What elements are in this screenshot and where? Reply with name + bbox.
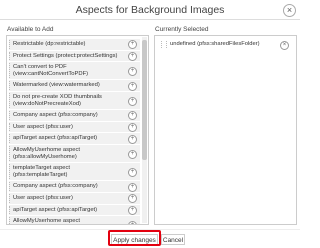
list-item-label: AllowMyUserhome aspect (pfss:allowMyUser…	[13, 146, 81, 160]
drag-handle-icon[interactable]	[9, 145, 12, 162]
list-item-label: Restrictable (dp:restrictable)	[13, 41, 86, 47]
dialog-titlebar: Aspects for Background Images ×	[0, 0, 300, 20]
list-item-label: Company aspect (pfss:company)	[13, 183, 98, 190]
add-icon[interactable]: +	[128, 194, 137, 204]
list-item[interactable]: Do not pre-create XOD thumbnails (view:d…	[9, 91, 140, 110]
list-item-label: Watermarked (view:watermarked)	[13, 82, 100, 89]
close-icon[interactable]: ×	[283, 4, 296, 17]
list-item[interactable]: Protect Settings (protect:protectSetting…	[9, 50, 140, 62]
list-item-label: apiTarget aspect (pfss:apiTarget)	[13, 135, 98, 142]
add-icon[interactable]: +	[128, 111, 137, 121]
add-icon[interactable]: +	[128, 123, 137, 133]
list-item-label: AllowMyUserhome aspect (pfss:allowMyUser…	[13, 218, 81, 225]
list-item[interactable]: Restrictable (dp:restrictable) +	[9, 39, 140, 50]
list-item-label: Protect Settings (protect:protectSetting…	[13, 52, 118, 59]
list-item[interactable]: apiTarget aspect (pfss:apiTarget) +	[9, 133, 140, 144]
drag-handle-icon[interactable]	[9, 92, 12, 109]
add-icon[interactable]: +	[128, 149, 137, 159]
available-list: Restrictable (dp:restrictable) + Protect S…	[7, 36, 142, 225]
add-icon[interactable]: +	[128, 51, 137, 61]
list-item-label: templateTarget aspect (pfss:templateTarg…	[13, 165, 71, 178]
list-item[interactable]: User aspect (pfss:user) +	[9, 121, 140, 133]
drag-handle-icon[interactable]	[9, 205, 12, 215]
add-icon[interactable]: +	[128, 167, 137, 177]
aspects-dialog: Aspects for Background Images × Availabl…	[0, 0, 300, 247]
list-item-label: apiTarget aspect (pfss:apiTarget)	[13, 206, 98, 213]
list-item[interactable]: templateTarget aspect (pfss:templateTarg…	[9, 163, 140, 181]
cancel-button[interactable]: Cancel	[161, 234, 185, 245]
add-icon[interactable]: +	[128, 66, 137, 76]
list-item-label: Do not pre-create XOD thumbnails (view:d…	[13, 93, 102, 107]
list-item-label: Company aspect (pfss:company)	[13, 112, 98, 119]
drag-handle-icon[interactable]	[9, 81, 12, 90]
drag-handle-icon[interactable]	[9, 111, 12, 120]
list-item[interactable]: apiTarget aspect (pfss:apiTarget) +	[9, 204, 140, 216]
add-icon[interactable]: +	[128, 205, 137, 215]
list-item-label: Can't convert to PDF (view:cantNotConver…	[13, 64, 89, 77]
drag-handle-icon[interactable]	[9, 193, 12, 203]
selected-item-label: undefined (pfss:sharedFilesFolder)	[170, 41, 260, 47]
list-item[interactable]: Watermarked (view:watermarked) +	[9, 80, 140, 91]
list-item-label: User aspect (pfss:user)	[13, 194, 73, 201]
remove-icon[interactable]: ×	[280, 41, 289, 50]
drag-handle-icon[interactable]	[9, 40, 12, 49]
dialog-title: Aspects for Background Images	[75, 4, 225, 16]
list-item[interactable]: AllowMyUserhome aspect (pfss:allowMyUser…	[9, 216, 140, 225]
selected-label: Currently Selected	[155, 26, 209, 33]
add-icon[interactable]: +	[128, 220, 137, 224]
drag-handle-icon[interactable]	[9, 134, 12, 143]
drag-handle-icon[interactable]	[161, 41, 167, 48]
drag-handle-icon[interactable]	[9, 51, 12, 61]
add-icon[interactable]: +	[128, 96, 137, 106]
available-scrollbar[interactable]	[142, 37, 147, 223]
available-list-panel: Restrictable (dp:restrictable) + Protect S…	[6, 35, 149, 225]
list-item-label: User aspect (pfss:user)	[13, 123, 73, 130]
drag-handle-icon[interactable]	[9, 217, 12, 224]
add-icon[interactable]: +	[128, 134, 137, 144]
selected-list-panel: undefined (pfss:sharedFilesFolder) ×	[154, 35, 297, 225]
drag-handle-icon[interactable]	[9, 63, 12, 79]
drag-handle-icon[interactable]	[9, 164, 12, 180]
list-item[interactable]: AllowMyUserhome aspect (pfss:allowMyUser…	[9, 144, 140, 163]
drag-handle-icon[interactable]	[9, 182, 12, 191]
selected-item[interactable]: undefined (pfss:sharedFilesFolder) ×	[158, 39, 291, 50]
list-item[interactable]: Can't convert to PDF (view:cantNotConver…	[9, 62, 140, 80]
list-item[interactable]: User aspect (pfss:user) +	[9, 192, 140, 204]
drag-handle-icon[interactable]	[9, 122, 12, 132]
add-icon[interactable]: +	[128, 40, 137, 50]
scrollbar-thumb[interactable]	[142, 40, 147, 160]
list-item[interactable]: Company aspect (pfss:company) +	[9, 181, 140, 192]
available-label: Available to Add	[7, 26, 54, 33]
add-icon[interactable]: +	[128, 81, 137, 91]
add-icon[interactable]: +	[128, 182, 137, 192]
list-item[interactable]: Company aspect (pfss:company) +	[9, 110, 140, 121]
apply-highlight-box	[108, 230, 161, 246]
